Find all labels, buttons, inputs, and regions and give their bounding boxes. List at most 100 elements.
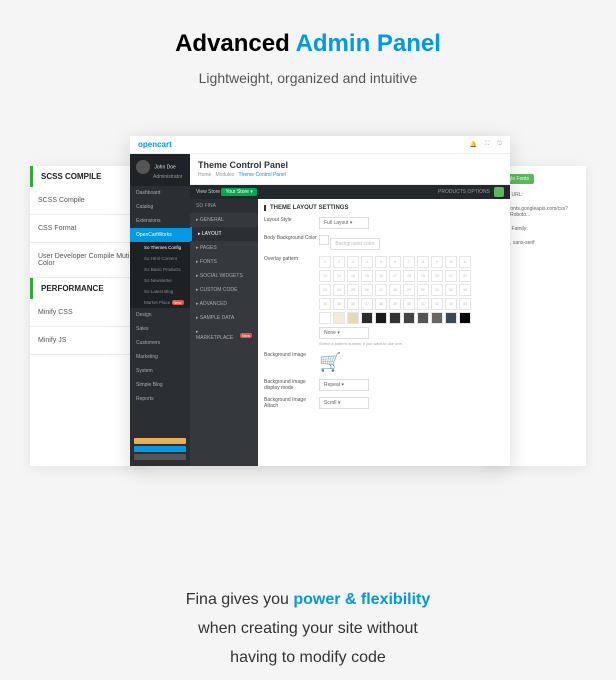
subnav-item[interactable]: ▸ ADVANCED	[190, 297, 258, 311]
pattern-swatch[interactable]: 35	[333, 298, 345, 310]
pattern-swatch[interactable]: 20	[431, 270, 443, 282]
pattern-swatch[interactable]: 11	[459, 256, 471, 268]
pattern-swatch[interactable]: 29	[403, 284, 415, 296]
pattern-swatch[interactable]: 15	[361, 270, 373, 282]
pattern-color-swatch[interactable]	[347, 312, 359, 324]
pattern-color-swatch[interactable]	[389, 312, 401, 324]
sidebar-item[interactable]: OpenCartWorks	[130, 228, 190, 242]
pattern-swatch[interactable]: 12	[319, 270, 331, 282]
pattern-color-swatch[interactable]	[403, 312, 415, 324]
pattern-swatch[interactable]: 44	[459, 298, 471, 310]
pattern-swatch[interactable]: 10	[445, 256, 457, 268]
store-select[interactable]: Your Store ▾	[221, 188, 256, 196]
pattern-swatch[interactable]: 43	[445, 298, 457, 310]
cart-icon[interactable]: 🛒	[319, 352, 341, 372]
pattern-swatch[interactable]: 37	[361, 298, 373, 310]
sidebar-item[interactable]: System	[130, 364, 190, 378]
subnav-item[interactable]: ▸ SOCIAL WIDGETS	[190, 269, 258, 283]
pattern-swatch[interactable]: 32	[445, 284, 457, 296]
pattern-none-select[interactable]: None ▾	[319, 327, 369, 339]
products-options-tab[interactable]: PRODUCTS OPTIONS	[438, 189, 490, 195]
pattern-swatch[interactable]: 7	[403, 256, 415, 268]
bg-attach-label: Background Image Attach	[264, 397, 319, 409]
pattern-swatch[interactable]: 6	[389, 256, 401, 268]
sidebar-item[interactable]: Sales	[130, 322, 190, 336]
pattern-color-swatch[interactable]	[375, 312, 387, 324]
pattern-swatch[interactable]: 1	[319, 256, 331, 268]
subnav-item[interactable]: ▸ PAGES	[190, 241, 258, 255]
subnav-item[interactable]: ▸ LAYOUT	[190, 227, 258, 241]
sidebar-item[interactable]: Simple Blog	[130, 378, 190, 392]
body-bg-input[interactable]: Background color	[330, 238, 380, 250]
pattern-swatch[interactable]: 24	[333, 284, 345, 296]
subnav-item[interactable]: ▸ SAMPLE DATA	[190, 311, 258, 325]
footer-l1a: Fina gives you	[186, 591, 289, 608]
bg-mode-select[interactable]: Repeat ▾	[319, 379, 369, 391]
layout-style-select[interactable]: Full Layout ▾	[319, 217, 369, 229]
pattern-swatch[interactable]: 4	[361, 256, 373, 268]
sidebar-sub-item[interactable]: So Latest Blog	[130, 286, 190, 297]
pattern-swatch[interactable]: 9	[431, 256, 443, 268]
crumb-current: Theme Control Panel	[239, 172, 286, 178]
save-button[interactable]	[494, 187, 504, 197]
sidebar-item[interactable]: Reports	[130, 392, 190, 406]
pattern-swatch[interactable]: 26	[361, 284, 373, 296]
pattern-color-swatch[interactable]	[445, 312, 457, 324]
pattern-swatch[interactable]: 22	[459, 270, 471, 282]
sidebar-sub-item[interactable]: So Html Content	[130, 253, 190, 264]
pattern-color-swatch[interactable]	[431, 312, 443, 324]
user-block[interactable]: John Doe Administrator	[130, 154, 190, 186]
logout-icon[interactable]: ⎋	[497, 141, 502, 148]
pattern-swatch[interactable]: 5	[375, 256, 387, 268]
pattern-swatch[interactable]: 42	[431, 298, 443, 310]
pattern-swatch[interactable]: 13	[333, 270, 345, 282]
sidebar-sub-item[interactable]: So Newsletter	[130, 275, 190, 286]
pattern-color-swatch[interactable]	[319, 312, 331, 324]
pattern-swatch[interactable]: 33	[459, 284, 471, 296]
pattern-swatch[interactable]: 36	[347, 298, 359, 310]
color-swatch[interactable]	[319, 235, 329, 245]
pattern-swatch[interactable]: 30	[417, 284, 429, 296]
notification-icon[interactable]: 🔔	[470, 141, 477, 148]
expand-icon[interactable]: ⛶	[485, 141, 489, 148]
subnav-item[interactable]: ▸ FONTS	[190, 255, 258, 269]
pattern-color-swatch[interactable]	[417, 312, 429, 324]
pattern-swatch[interactable]: 3	[347, 256, 359, 268]
sidebar-item[interactable]: Customers	[130, 336, 190, 350]
pattern-swatch[interactable]: 17	[389, 270, 401, 282]
subnav-item[interactable]: ▸ CUSTOM CODE	[190, 283, 258, 297]
sidebar-sub-item[interactable]: So Basic Products	[130, 264, 190, 275]
subnav-item[interactable]: ▸ GENERAL	[190, 213, 258, 227]
pattern-swatch[interactable]: 38	[375, 298, 387, 310]
pattern-swatch[interactable]: 41	[417, 298, 429, 310]
sidebar-sub-item[interactable]: Market Place New	[130, 297, 190, 308]
pattern-swatch[interactable]: 14	[347, 270, 359, 282]
pattern-swatch[interactable]: 27	[375, 284, 387, 296]
pattern-swatch[interactable]: 19	[417, 270, 429, 282]
pattern-color-swatch[interactable]	[459, 312, 471, 324]
sidebar-sub-item[interactable]: So Themes Config	[130, 242, 190, 253]
subnav-item[interactable]: ▸ MARKETPLACENew	[190, 325, 258, 345]
sidebar-item[interactable]: Design	[130, 308, 190, 322]
pattern-color-swatch[interactable]	[361, 312, 373, 324]
pattern-swatch[interactable]: 18	[403, 270, 415, 282]
pattern-swatch[interactable]: 16	[375, 270, 387, 282]
sidebar-item[interactable]: Marketing	[130, 350, 190, 364]
pattern-swatch[interactable]: 40	[403, 298, 415, 310]
pattern-swatch[interactable]: 28	[389, 284, 401, 296]
crumb-modules[interactable]: Modules	[216, 172, 235, 178]
pattern-swatch[interactable]: 23	[319, 284, 331, 296]
pattern-swatch[interactable]: 39	[389, 298, 401, 310]
pattern-swatch[interactable]: 31	[431, 284, 443, 296]
pattern-swatch[interactable]: 2	[333, 256, 345, 268]
pattern-swatch[interactable]: 21	[445, 270, 457, 282]
pattern-swatch[interactable]: 8	[417, 256, 429, 268]
crumb-home[interactable]: Home	[198, 172, 211, 178]
pattern-color-swatch[interactable]	[333, 312, 345, 324]
pattern-swatch[interactable]: 34	[319, 298, 331, 310]
sidebar-item[interactable]: Dashboard	[130, 186, 190, 200]
sidebar-item[interactable]: Extensions	[130, 214, 190, 228]
pattern-swatch[interactable]: 25	[347, 284, 359, 296]
bg-attach-select[interactable]: Scroll ▾	[319, 397, 369, 409]
sidebar-item[interactable]: Catalog	[130, 200, 190, 214]
